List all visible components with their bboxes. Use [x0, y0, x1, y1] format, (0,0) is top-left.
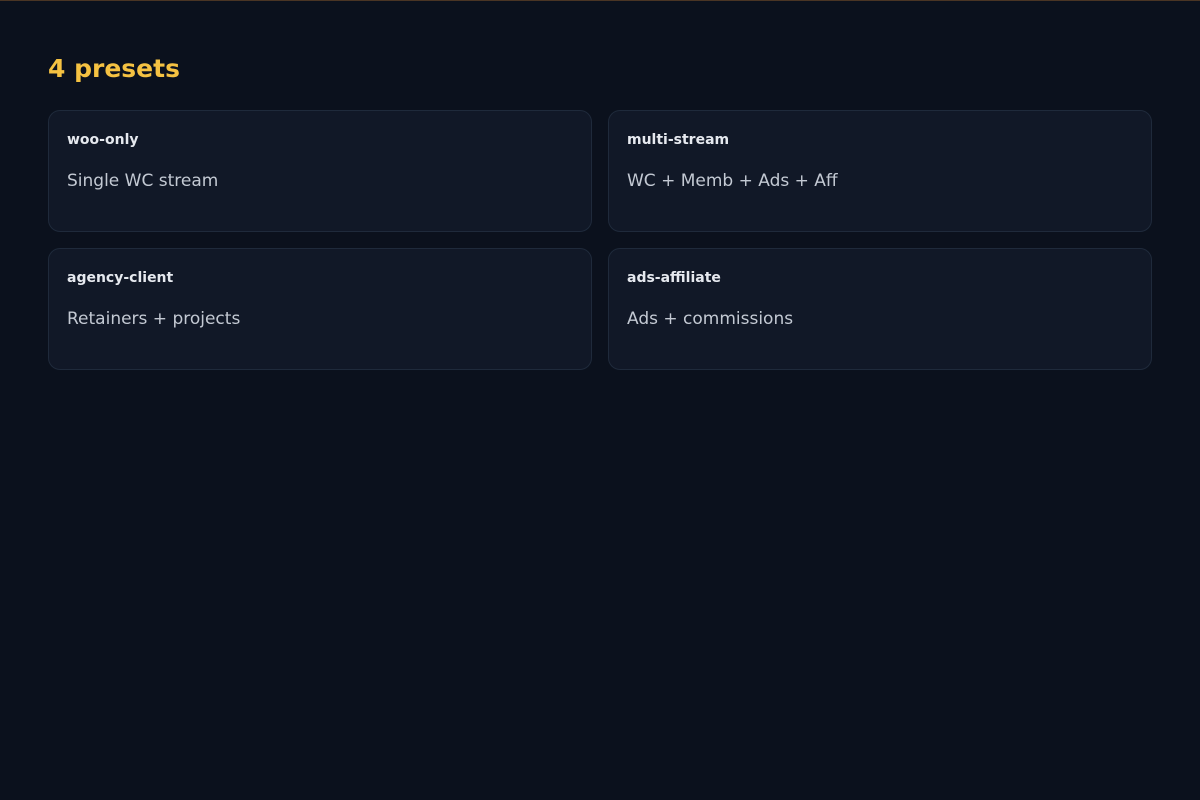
preset-description: Retainers + projects	[67, 309, 241, 329]
preset-name: multi-stream	[627, 132, 730, 148]
preset-name: agency-client	[67, 270, 174, 286]
preset-description: WC + Memb + Ads + Aff	[627, 171, 838, 191]
page-title: 4 presets	[48, 54, 180, 83]
preset-card-ads-affiliate[interactable]: ads-affiliate Ads + commissions	[608, 248, 1152, 370]
preset-description: Ads + commissions	[627, 309, 794, 329]
preset-card-multi-stream[interactable]: multi-stream WC + Memb + Ads + Aff	[608, 110, 1152, 232]
top-divider	[0, 0, 1200, 1]
preset-grid: woo-only Single WC stream multi-stream W…	[48, 110, 1152, 370]
preset-card-agency-client[interactable]: agency-client Retainers + projects	[48, 248, 592, 370]
preset-description: Single WC stream	[67, 171, 219, 191]
preset-name: ads-affiliate	[627, 270, 721, 286]
preset-name: woo-only	[67, 132, 139, 148]
presets-page: 4 presets woo-only Single WC stream mult…	[48, 52, 1152, 370]
preset-card-woo-only[interactable]: woo-only Single WC stream	[48, 110, 592, 232]
